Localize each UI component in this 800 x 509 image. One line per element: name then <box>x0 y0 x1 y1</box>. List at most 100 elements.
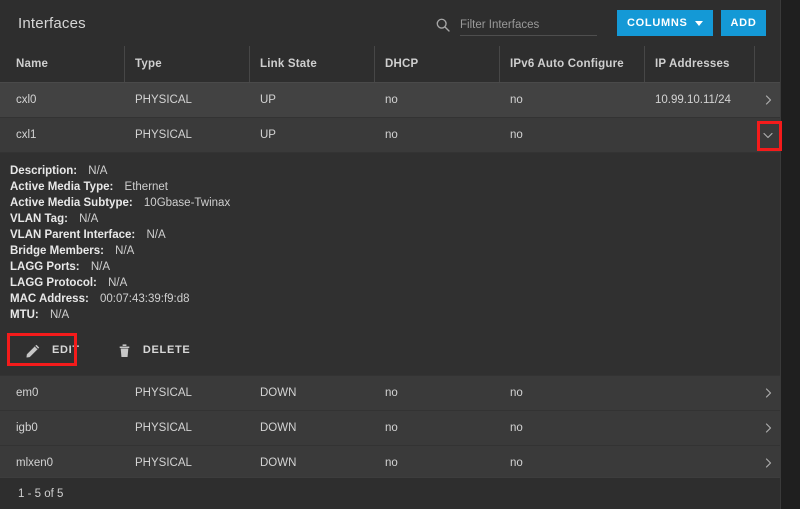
detail-field: MTU: N/A <box>10 307 780 323</box>
cell-ip-addresses <box>645 376 755 410</box>
detail-label: MAC Address: <box>10 293 89 305</box>
cell-link-state: DOWN <box>250 376 375 410</box>
cell-link-state: UP <box>250 83 375 117</box>
table-footer: 1 - 5 of 5 <box>0 477 780 509</box>
interface-detail-panel: Description: N/A Active Media Type: Ethe… <box>0 153 780 376</box>
column-header-type[interactable]: Type <box>125 46 250 82</box>
chevron-down-icon <box>695 21 703 26</box>
detail-field: Description: N/A <box>10 163 780 179</box>
detail-field: VLAN Parent Interface: N/A <box>10 227 780 243</box>
delete-button-label: DELETE <box>143 344 191 356</box>
table-row[interactable]: cxl1 PHYSICAL UP no no <box>0 118 780 153</box>
columns-button[interactable]: COLUMNS <box>617 10 713 36</box>
chevron-right-icon <box>762 457 774 469</box>
detail-field: MAC Address: 00:07:43:39:f9:d8 <box>10 291 780 307</box>
column-header-link-state[interactable]: Link State <box>250 46 375 82</box>
detail-label: VLAN Tag: <box>10 213 68 225</box>
column-header-name[interactable]: Name <box>0 46 125 82</box>
cell-ip-addresses <box>645 411 755 445</box>
cell-dhcp: no <box>375 118 500 152</box>
table-header-row: Name Type Link State DHCP IPv6 Auto Conf… <box>0 46 780 83</box>
add-button[interactable]: ADD <box>721 10 766 36</box>
cell-dhcp: no <box>375 446 500 480</box>
interfaces-page: Interfaces COLUMNS ADD Name Type Lin <box>0 0 800 509</box>
detail-field: Active Media Type: Ethernet <box>10 179 780 195</box>
cell-name: em0 <box>0 376 125 410</box>
search-input[interactable] <box>460 19 597 36</box>
cell-ip-addresses <box>645 446 755 480</box>
detail-value: N/A <box>88 165 107 177</box>
detail-value: 10Gbase-Twinax <box>144 197 230 209</box>
detail-label: Bridge Members: <box>10 245 104 257</box>
chevron-right-icon <box>762 422 774 434</box>
pencil-icon <box>25 342 42 359</box>
chevron-down-icon <box>762 129 774 141</box>
cell-type: PHYSICAL <box>125 376 250 410</box>
cell-link-state: DOWN <box>250 446 375 480</box>
add-button-label: ADD <box>731 17 757 29</box>
detail-value: N/A <box>91 261 110 273</box>
filter-search <box>435 10 597 36</box>
cell-type: PHYSICAL <box>125 118 250 152</box>
detail-label: LAGG Ports: <box>10 261 80 273</box>
detail-action-bar: EDIT DELETE <box>10 337 780 363</box>
table-row[interactable]: em0 PHYSICAL DOWN no no <box>0 376 780 411</box>
column-header-dhcp[interactable]: DHCP <box>375 46 500 82</box>
detail-value: N/A <box>50 309 69 321</box>
expand-row-button[interactable] <box>755 411 780 445</box>
detail-label: Description: <box>10 165 77 177</box>
detail-label: Active Media Subtype: <box>10 197 133 209</box>
column-header-ip-addresses[interactable]: IP Addresses <box>645 46 755 82</box>
detail-value: N/A <box>79 213 98 225</box>
trash-icon <box>116 342 133 359</box>
cell-ipv6-auto-configure: no <box>500 118 645 152</box>
toolbar-actions: COLUMNS ADD <box>435 10 766 36</box>
cell-link-state: UP <box>250 118 375 152</box>
table-row[interactable]: igb0 PHYSICAL DOWN no no <box>0 411 780 446</box>
cell-ipv6-auto-configure: no <box>500 411 645 445</box>
delete-button[interactable]: DELETE <box>108 337 199 363</box>
detail-value: Ethernet <box>125 181 168 193</box>
column-header-ipv6-auto-configure[interactable]: IPv6 Auto Configure <box>500 46 645 82</box>
columns-button-label: COLUMNS <box>627 17 688 29</box>
cell-dhcp: no <box>375 83 500 117</box>
cell-dhcp: no <box>375 411 500 445</box>
page-toolbar: Interfaces COLUMNS ADD <box>0 0 780 46</box>
detail-value: N/A <box>146 229 165 241</box>
chevron-right-icon <box>762 94 774 106</box>
chevron-right-icon <box>762 387 774 399</box>
cell-name: cxl1 <box>0 118 125 152</box>
detail-label: MTU: <box>10 309 39 321</box>
detail-field: VLAN Tag: N/A <box>10 211 780 227</box>
table-row[interactable]: cxl0 PHYSICAL UP no no 10.99.10.11/24 <box>0 83 780 118</box>
expand-row-button[interactable] <box>755 83 780 117</box>
cell-ipv6-auto-configure: no <box>500 376 645 410</box>
edit-button[interactable]: EDIT <box>17 337 88 363</box>
detail-field: LAGG Ports: N/A <box>10 259 780 275</box>
cell-name: igb0 <box>0 411 125 445</box>
page-title: Interfaces <box>18 15 86 32</box>
scrollbar-gutter[interactable] <box>780 0 800 509</box>
detail-field: Active Media Subtype: 10Gbase-Twinax <box>10 195 780 211</box>
column-header-expand <box>755 46 780 82</box>
detail-field: Bridge Members: N/A <box>10 243 780 259</box>
detail-value: N/A <box>108 277 127 289</box>
table-row[interactable]: mlxen0 PHYSICAL DOWN no no <box>0 446 780 481</box>
interfaces-table: Name Type Link State DHCP IPv6 Auto Conf… <box>0 46 780 481</box>
detail-value: N/A <box>115 245 134 257</box>
detail-value: 00:07:43:39:f9:d8 <box>100 293 190 305</box>
cell-dhcp: no <box>375 376 500 410</box>
detail-label: VLAN Parent Interface: <box>10 229 135 241</box>
pagination-label: 1 - 5 of 5 <box>18 488 63 500</box>
cell-link-state: DOWN <box>250 411 375 445</box>
cell-ip-addresses <box>645 118 755 152</box>
search-icon <box>435 17 451 33</box>
edit-button-label: EDIT <box>52 344 80 356</box>
cell-ipv6-auto-configure: no <box>500 446 645 480</box>
cell-type: PHYSICAL <box>125 83 250 117</box>
expand-row-button[interactable] <box>755 446 780 480</box>
collapse-row-button[interactable] <box>755 118 780 152</box>
expand-row-button[interactable] <box>755 376 780 410</box>
cell-ipv6-auto-configure: no <box>500 83 645 117</box>
cell-ip-addresses: 10.99.10.11/24 <box>645 83 755 117</box>
